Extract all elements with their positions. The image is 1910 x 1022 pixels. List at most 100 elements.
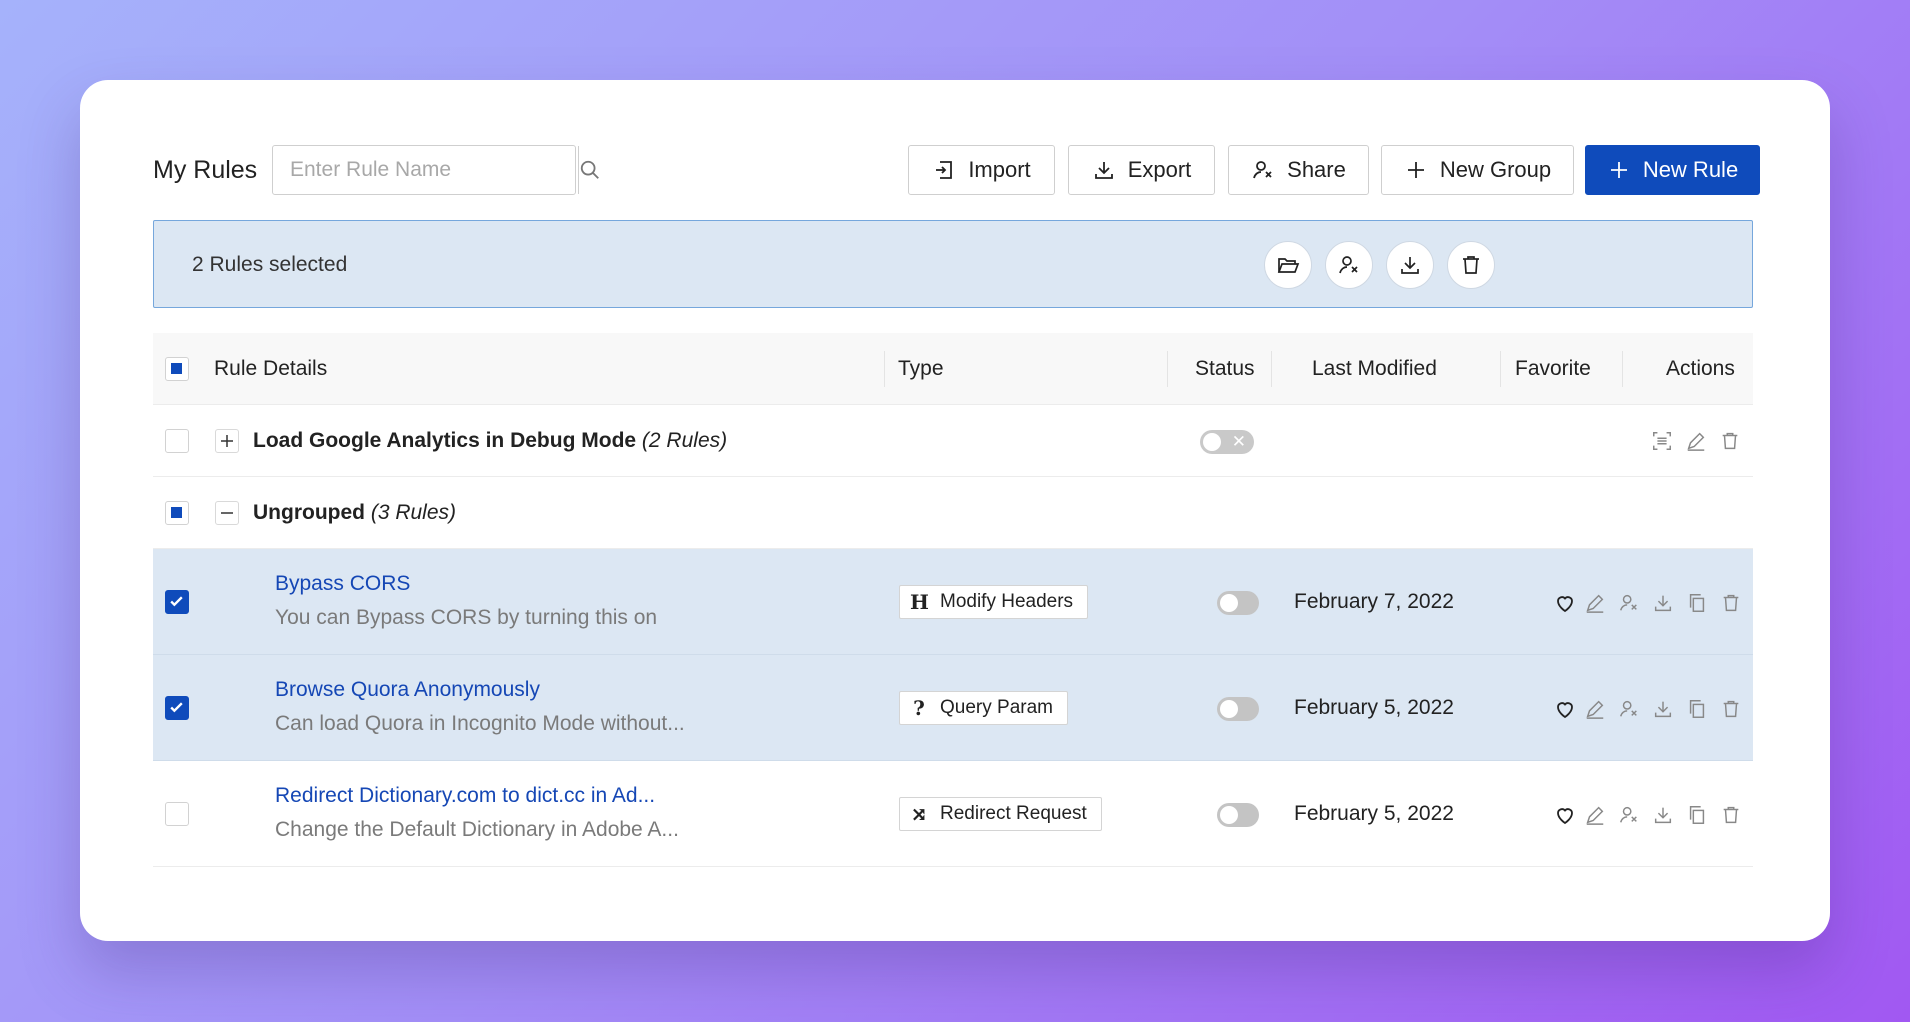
row-checkbox[interactable]	[165, 696, 189, 720]
column-separator	[1500, 351, 1501, 387]
duplicate-icon[interactable]	[1686, 804, 1708, 826]
search-icon	[580, 160, 599, 179]
rule-type-tag: H Modify Headers	[899, 585, 1089, 619]
new-rule-label: New Rule	[1642, 157, 1739, 182]
download-icon[interactable]	[1652, 592, 1674, 614]
rule-name-link[interactable]: Bypass CORS	[275, 572, 410, 596]
export-label: Export	[1127, 157, 1192, 182]
header-icon: H	[910, 590, 929, 614]
rule-last-modified: February 7, 2022	[1294, 590, 1454, 613]
group-status-toggle[interactable]: ✕	[1200, 430, 1254, 454]
selection-bar: 2 Rules selected	[153, 220, 1753, 308]
rules-card: My Rules Import Export Share New Group N…	[80, 80, 1830, 941]
expand-group-button[interactable]	[215, 429, 239, 453]
edit-icon[interactable]	[1584, 804, 1606, 826]
edit-icon[interactable]	[1584, 592, 1606, 614]
table-row[interactable]: Bypass CORS You can Bypass CORS by turni…	[153, 549, 1753, 655]
column-separator	[884, 351, 885, 387]
rule-status-toggle[interactable]	[1217, 591, 1259, 615]
plus-icon	[1610, 162, 1627, 178]
column-status: Status	[1195, 357, 1255, 380]
group-title: Ungrouped	[253, 501, 365, 524]
rule-description: You can Bypass CORS by turning this on	[275, 606, 658, 629]
search-button[interactable]	[578, 146, 601, 194]
column-separator	[1167, 351, 1168, 387]
rule-type-label: Redirect Request	[940, 803, 1087, 824]
share-user-icon[interactable]	[1618, 804, 1640, 826]
check-icon	[170, 596, 183, 607]
share-label: Share	[1287, 157, 1346, 182]
share-user-icon	[1339, 256, 1358, 274]
table-row[interactable]: Redirect Dictionary.com to dict.cc in Ad…	[153, 761, 1753, 867]
column-favorite: Favorite	[1515, 357, 1591, 380]
export-button[interactable]: Export	[1068, 145, 1215, 195]
rule-type-tag: ⤨ Redirect Request	[899, 797, 1102, 831]
plus-icon	[221, 435, 233, 447]
trash-icon[interactable]	[1720, 698, 1742, 720]
edit-icon[interactable]	[1685, 430, 1707, 452]
group-row[interactable]: Ungrouped (3 Rules)	[153, 477, 1753, 549]
share-button[interactable]: Share	[1228, 145, 1369, 195]
ungroup-icon[interactable]	[1651, 430, 1673, 452]
column-actions: Actions	[1666, 357, 1735, 380]
column-last-modified: Last Modified	[1312, 357, 1437, 380]
share-user-icon	[1253, 161, 1272, 179]
trash-icon	[1463, 256, 1479, 274]
rule-name-link[interactable]: Browse Quora Anonymously	[275, 678, 540, 702]
download-icon[interactable]	[1652, 804, 1674, 826]
rule-status-toggle[interactable]	[1217, 803, 1259, 827]
rule-type-label: Query Param	[940, 697, 1053, 718]
share-user-icon[interactable]	[1618, 698, 1640, 720]
toolbar: My Rules Import Export Share New Group N…	[153, 145, 1760, 195]
delete-selected-button[interactable]	[1447, 241, 1495, 289]
trash-icon[interactable]	[1719, 430, 1741, 452]
search-box	[272, 145, 599, 195]
trash-icon[interactable]	[1720, 592, 1742, 614]
group-checkbox[interactable]	[165, 501, 189, 525]
new-group-button[interactable]: New Group	[1381, 145, 1574, 195]
column-separator	[1271, 351, 1272, 387]
row-checkbox[interactable]	[165, 590, 189, 614]
group-checkbox[interactable]	[165, 429, 189, 453]
column-separator	[1622, 351, 1623, 387]
group-name: Load Google Analytics in Debug Mode (2 R…	[253, 429, 727, 453]
group-row[interactable]: Load Google Analytics in Debug Mode (2 R…	[153, 405, 1753, 477]
heart-icon[interactable]	[1553, 697, 1577, 721]
group-rule-count: (3 Rules)	[370, 501, 457, 524]
minus-icon	[221, 512, 233, 514]
search-input[interactable]	[273, 146, 578, 194]
share-user-icon[interactable]	[1618, 592, 1640, 614]
folder-open-icon	[1277, 258, 1300, 273]
duplicate-icon[interactable]	[1686, 592, 1708, 614]
download-selected-button[interactable]	[1386, 241, 1434, 289]
table-row[interactable]: Browse Quora Anonymously Can load Quora …	[153, 655, 1753, 761]
trash-icon[interactable]	[1720, 804, 1742, 826]
heart-icon[interactable]	[1553, 803, 1577, 827]
download-icon	[1401, 257, 1419, 274]
shuffle-icon: ⤨	[910, 802, 928, 826]
collapse-group-button[interactable]	[215, 501, 239, 525]
edit-icon[interactable]	[1584, 698, 1606, 720]
group-rule-count: (2 Rules)	[641, 429, 728, 452]
move-to-group-button[interactable]	[1264, 241, 1312, 289]
rule-description: Can load Quora in Incognito Mode without…	[275, 712, 685, 735]
import-button[interactable]: Import	[908, 145, 1055, 195]
download-icon[interactable]	[1652, 698, 1674, 720]
check-icon	[170, 702, 183, 713]
column-type: Type	[898, 357, 944, 380]
question-icon: ?	[913, 696, 925, 720]
rule-type-tag: ? Query Param	[899, 691, 1068, 725]
heart-icon[interactable]	[1553, 591, 1577, 615]
rule-name-link[interactable]: Redirect Dictionary.com to dict.cc in Ad…	[275, 784, 655, 808]
download-icon	[1094, 162, 1113, 179]
share-selected-button[interactable]	[1325, 241, 1373, 289]
table-header: Rule Details Type Status Last Modified F…	[153, 333, 1753, 405]
row-checkbox[interactable]	[165, 802, 189, 826]
duplicate-icon[interactable]	[1686, 698, 1708, 720]
column-rule-details: Rule Details	[214, 357, 328, 380]
select-all-checkbox[interactable]	[165, 357, 189, 381]
selection-count: 2 Rules selected	[192, 253, 348, 276]
rule-last-modified: February 5, 2022	[1294, 802, 1454, 825]
new-rule-button[interactable]: New Rule	[1585, 145, 1760, 195]
rule-status-toggle[interactable]	[1217, 697, 1259, 721]
